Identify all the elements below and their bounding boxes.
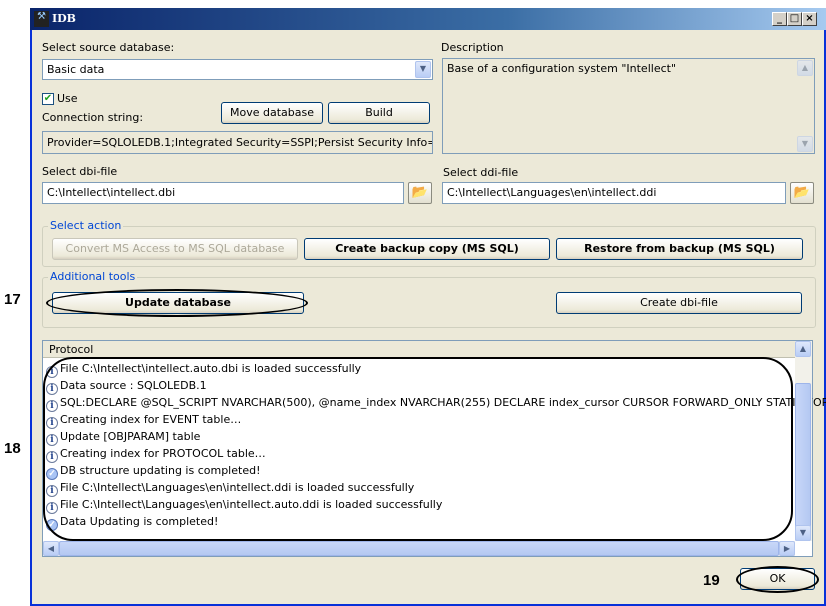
minimize-button[interactable]: _ [772, 12, 787, 26]
scroll-left-icon[interactable]: ◀ [43, 541, 59, 556]
scroll-thumb[interactable] [795, 383, 811, 541]
create-backup-button[interactable]: Create backup copy (MS SQL) [304, 238, 550, 260]
connection-string-label: Connection string: [42, 111, 144, 124]
vertical-scrollbar[interactable]: ▲ ▼ [795, 341, 812, 541]
close-button[interactable]: × [802, 12, 817, 26]
horizontal-scrollbar[interactable]: ◀ ▶ [43, 541, 795, 556]
protocol-header: Protocol [43, 341, 795, 358]
use-checkbox[interactable]: ✔ [42, 93, 54, 105]
select-action-label: Select action [48, 219, 124, 232]
source-db-select[interactable]: Basic data ▼ [42, 59, 433, 80]
scroll-down-icon[interactable]: ▼ [795, 525, 811, 541]
dbi-file-label: Select dbi-file [42, 165, 118, 178]
additional-tools-label: Additional tools [48, 270, 138, 283]
open-folder-icon[interactable]: 📂 [408, 182, 432, 204]
ddi-file-label: Select ddi-file [443, 166, 519, 179]
scroll-thumb[interactable] [59, 541, 779, 556]
window-title: IDB [52, 12, 76, 25]
convert-access-button[interactable]: Convert MS Access to MS SQL database [52, 238, 298, 260]
build-button[interactable]: Build [328, 102, 430, 124]
title-bar: ⚒ IDB _ □ × [30, 8, 826, 30]
restore-backup-button[interactable]: Restore from backup (MS SQL) [556, 238, 803, 260]
source-db-label: Select source database: [42, 41, 175, 54]
use-label: Use [57, 92, 78, 105]
scroll-up-icon[interactable]: ▲ [797, 60, 813, 76]
scroll-right-icon[interactable]: ▶ [779, 541, 795, 556]
description-field[interactable]: Base of a configuration system "Intellec… [442, 58, 815, 154]
annotation-ellipse [46, 289, 308, 317]
description-text: Base of a configuration system "Intellec… [447, 62, 677, 75]
app-icon: ⚒ [34, 11, 49, 27]
annotation-17: 17 [4, 291, 21, 308]
open-folder-icon[interactable]: 📂 [790, 182, 814, 204]
chevron-down-icon[interactable]: ▼ [415, 61, 431, 78]
source-db-value: Basic data [47, 63, 105, 76]
move-database-button[interactable]: Move database [221, 102, 323, 124]
annotation-18: 18 [4, 440, 21, 457]
description-label: Description [441, 41, 504, 54]
connection-string-field[interactable]: Provider=SQLOLEDB.1;Integrated Security=… [42, 131, 433, 154]
maximize-button[interactable]: □ [787, 12, 802, 26]
create-dbi-file-button[interactable]: Create dbi-file [556, 292, 802, 314]
scroll-down-icon[interactable]: ▼ [797, 136, 813, 152]
annotation-19: 19 [703, 572, 720, 589]
annotation-ellipse [43, 357, 793, 541]
scroll-up-icon[interactable]: ▲ [795, 341, 811, 357]
dbi-file-field[interactable]: C:\Intellect\intellect.dbi [42, 182, 404, 204]
ddi-file-field[interactable]: C:\Intellect\Languages\en\intellect.ddi [442, 182, 786, 204]
annotation-ellipse [736, 566, 819, 593]
